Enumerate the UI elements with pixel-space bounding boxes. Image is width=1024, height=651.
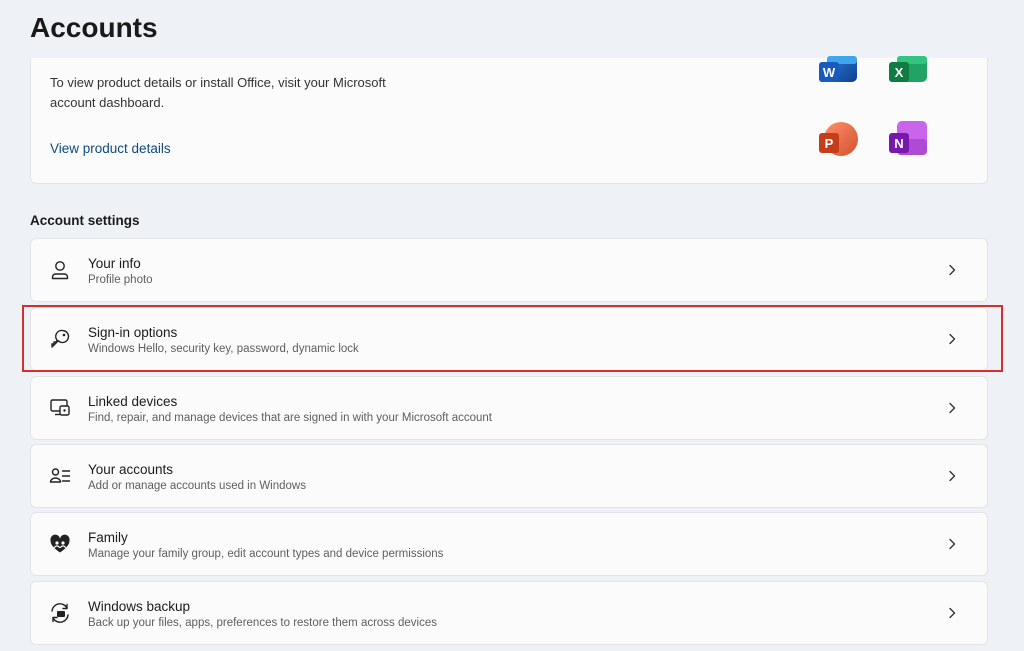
row-subtitle: Manage your family group, edit account t… xyxy=(88,548,444,560)
row-subtitle: Find, repair, and manage devices that ar… xyxy=(88,412,492,424)
person-icon xyxy=(51,261,69,280)
office-card: To view product details or install Offic… xyxy=(30,56,988,184)
row-title: Family xyxy=(88,530,128,545)
svg-text:P: P xyxy=(825,136,834,151)
windows-backup-row[interactable]: Windows backup Back up your files, apps,… xyxy=(30,581,988,645)
key-icon xyxy=(51,329,70,348)
svg-text:W: W xyxy=(823,65,836,80)
family-heart-icon xyxy=(50,534,70,553)
row-title: Windows backup xyxy=(88,599,191,614)
row-subtitle: Add or manage accounts used in Windows xyxy=(88,480,306,492)
page-title: Accounts xyxy=(30,12,158,43)
row-title: Your info xyxy=(88,256,141,271)
svg-text:N: N xyxy=(894,136,903,151)
family-row[interactable]: Family Manage your family group, edit ac… xyxy=(30,512,988,576)
row-title: Linked devices xyxy=(88,394,178,409)
backup-icon xyxy=(51,603,69,623)
chevron-right-icon xyxy=(949,538,956,550)
row-title: Your accounts xyxy=(88,462,174,477)
your-accounts-row[interactable]: Your accounts Add or manage accounts use… xyxy=(30,444,988,508)
row-subtitle: Back up your files, apps, preferences to… xyxy=(88,617,437,629)
office-description: To view product details or install Offic… xyxy=(50,75,386,110)
linked-devices-row[interactable]: Linked devices Find, repair, and manage … xyxy=(30,376,988,440)
onenote-icon: N xyxy=(889,121,927,155)
devices-icon xyxy=(50,399,70,416)
chevron-right-icon xyxy=(949,470,956,482)
row-subtitle: Profile photo xyxy=(88,274,153,286)
sign-in-options-row[interactable]: Sign-in options Windows Hello, security … xyxy=(30,307,988,371)
row-subtitle: Windows Hello, security key, password, d… xyxy=(88,343,359,355)
excel-icon: X xyxy=(889,56,927,82)
svg-text:X: X xyxy=(895,65,904,80)
accounts-list-icon xyxy=(49,468,71,483)
powerpoint-icon: P xyxy=(819,122,858,156)
chevron-right-icon xyxy=(949,264,956,276)
word-icon: W xyxy=(819,56,857,82)
view-product-details-link[interactable]: View product details xyxy=(50,141,171,156)
chevron-right-icon xyxy=(949,402,956,414)
chevron-right-icon xyxy=(949,607,956,619)
chevron-right-icon xyxy=(949,333,956,345)
your-info-row[interactable]: Your info Profile photo xyxy=(30,238,988,302)
row-title: Sign-in options xyxy=(88,325,178,340)
account-settings-heading: Account settings xyxy=(30,213,140,228)
